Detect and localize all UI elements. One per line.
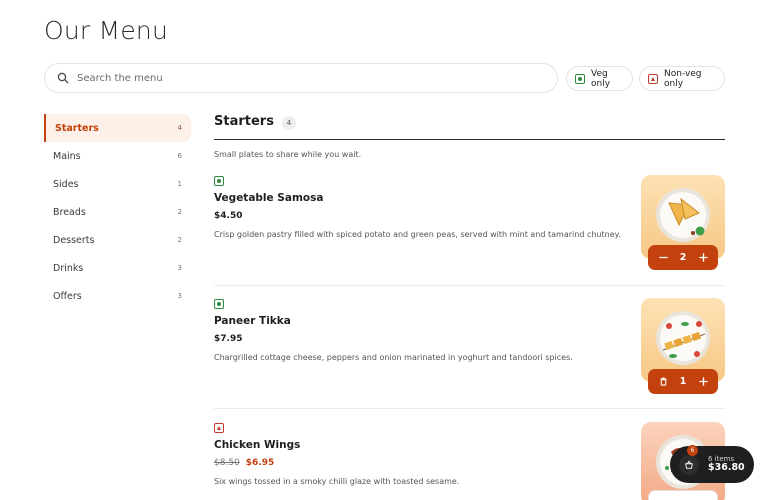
item-price: $8.50 $6.95 [214, 458, 274, 468]
sidebar-item-count: 3 [177, 292, 182, 300]
quantity-stepper[interactable]: 2 [648, 245, 718, 270]
increase-button[interactable] [697, 376, 709, 388]
sidebar-item-breads[interactable]: Breads 2 [44, 198, 191, 226]
sidebar-item-count: 2 [177, 236, 182, 244]
section-header: Starters 4 [214, 114, 725, 140]
veg-icon [575, 73, 585, 84]
trash-icon [659, 377, 667, 386]
remove-button[interactable] [657, 376, 669, 388]
item-name: Chicken Wings [214, 439, 301, 451]
search-input[interactable] [77, 72, 517, 84]
sidebar-item-sides[interactable]: Sides 1 [44, 170, 191, 198]
item-divider [214, 408, 725, 409]
quantity-stepper[interactable]: 1 [648, 369, 718, 394]
sidebar-item-desserts[interactable]: Desserts 2 [44, 226, 191, 254]
plus-icon [698, 253, 708, 262]
section-title: Starters [214, 114, 274, 129]
add-button[interactable] [648, 490, 718, 500]
sidebar-item-label: Breads [53, 206, 86, 218]
sidebar-item-label: Offers [53, 290, 82, 302]
sidebar-item-offers[interactable]: Offers 3 [44, 282, 191, 310]
item-sale-price: $6.95 [245, 458, 275, 468]
menu-item-vegetable-samosa: Vegetable Samosa $4.50 Crisp golden past… [214, 175, 725, 276]
nonveg-icon [648, 73, 658, 84]
item-old-price: $8.50 [214, 458, 240, 468]
sidebar-item-label: Sides [53, 178, 79, 190]
increase-button[interactable] [697, 252, 709, 264]
veg-only-label: Veg only [591, 68, 611, 89]
item-description: Six wings tossed in a smoky chilli glaze… [214, 477, 460, 486]
item-description: Chargrilled cottage cheese, peppers and … [214, 353, 573, 362]
item-divider [214, 285, 725, 286]
nonveg-only-label: Non-veg only [664, 68, 702, 89]
veg-only-filter[interactable]: Veg only [566, 66, 633, 91]
page-title: Our Menu [44, 16, 168, 45]
sidebar-item-label: Mains [53, 150, 81, 162]
sidebar-item-label: Desserts [53, 234, 95, 246]
nonveg-icon [214, 423, 224, 433]
basket-icon: 6 [679, 444, 699, 475]
sidebar-item-label: Starters [55, 122, 99, 134]
item-name: Paneer Tikka [214, 315, 291, 327]
cart-total: $36.80 [708, 462, 745, 474]
category-sidebar: Starters 4 Mains 6 Sides 1 Breads 2 Dess… [44, 114, 191, 310]
cart-button[interactable]: 6 6 items $36.80 [670, 444, 754, 483]
menu-item-paneer-tikka: Paneer Tikka $7.95 Chargrilled cottage c… [214, 298, 725, 399]
sidebar-item-drinks[interactable]: Drinks 3 [44, 254, 191, 282]
plus-icon [698, 377, 708, 386]
minus-icon [658, 256, 668, 259]
item-price: $4.50 [214, 211, 243, 221]
sidebar-item-count: 2 [177, 208, 182, 216]
sidebar-item-count: 1 [177, 180, 182, 188]
decrease-button[interactable] [657, 252, 669, 264]
sidebar-item-label: Drinks [53, 262, 84, 274]
search-icon [57, 69, 69, 88]
item-description: Crisp golden pastry filled with spiced p… [214, 230, 621, 239]
sidebar-item-mains[interactable]: Mains 6 [44, 142, 191, 170]
item-name: Vegetable Samosa [214, 192, 324, 204]
item-price: $7.95 [214, 334, 243, 344]
sidebar-item-count: 4 [177, 124, 182, 132]
veg-icon [214, 299, 224, 309]
menu-item-chicken-wings: Chicken Wings $8.50 $6.95 Six wings tosse… [214, 422, 725, 500]
section-count-badge: 4 [281, 116, 296, 130]
cart-count-badge: 6 [687, 444, 698, 456]
veg-icon [214, 176, 224, 186]
sidebar-item-count: 6 [177, 152, 182, 160]
nonveg-only-filter[interactable]: Non-veg only [639, 66, 725, 91]
sidebar-item-starters[interactable]: Starters 4 [44, 114, 191, 142]
quantity-value: 2 [679, 252, 687, 263]
quantity-value: 1 [679, 376, 687, 387]
search-bar[interactable] [44, 63, 558, 93]
section-description: Small plates to share while you wait. [214, 150, 362, 159]
sidebar-item-count: 3 [177, 264, 182, 272]
